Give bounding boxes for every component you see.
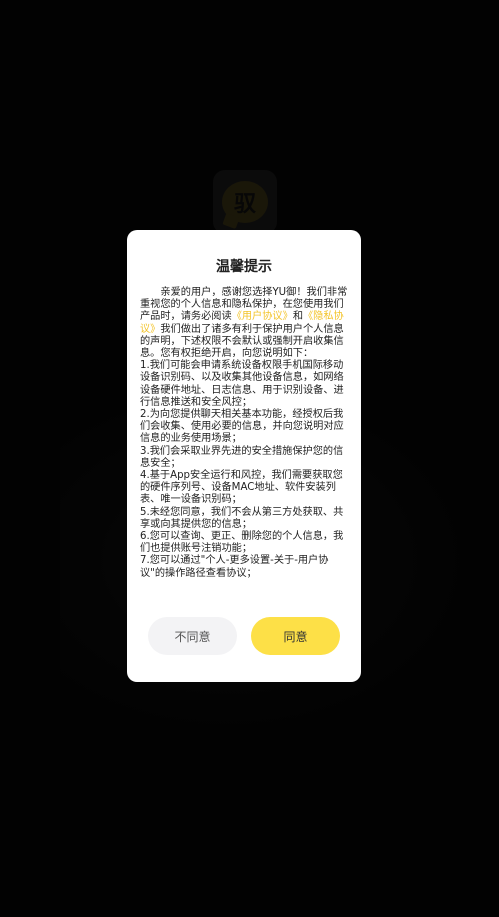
- intro-and-text: 和: [292, 311, 303, 323]
- dialog-intro: 亲爱的用户，感谢您选择YU御！我们非常重视您的个人信息和隐私保护，在您使用我们产…: [140, 287, 348, 360]
- privacy-dialog: 温馨提示 亲爱的用户，感谢您选择YU御！我们非常重视您的个人信息和隐私保护，在您…: [127, 230, 361, 682]
- list-item: 1.我们可能会申请系统设备权限手机国际移动设备识别码、以及收集其他设备信息，如网…: [140, 360, 344, 408]
- dialog-title: 温馨提示: [216, 259, 272, 275]
- list-item: 2.为向您提供聊天相关基本功能，经授权后我们会收集、使用必要的信息，并向您说明对…: [140, 409, 344, 445]
- disagree-button[interactable]: 不同意: [148, 617, 237, 655]
- intro-rest-text: 我们做出了诸多有利于保护用户个人信息的声明，下述权限不会默认或强制开启收集信息。…: [140, 323, 344, 360]
- list-item: 5.未经您同意，我们不会从第三方处获取、共享或向其提供您的信息；: [140, 506, 344, 530]
- user-agreement-link[interactable]: 《用户协议》: [232, 311, 293, 322]
- list-item: 4.基于App安全运行和风控，我们需要获取您的硬件序列号、设备MAC地址、软件安…: [140, 470, 343, 506]
- dialog-body: 亲爱的用户，感谢您选择YU御！我们非常重视您的个人信息和隐私保护，在您使用我们产…: [140, 287, 348, 580]
- agree-button[interactable]: 同意: [251, 617, 340, 655]
- list-item: 7.您可以通过"个人-更多设置-关于-用户协议"的操作路径查看协议；: [140, 555, 329, 579]
- list-item: 6.您可以查询、更正、删除您的个人信息，我们也提供账号注销功能；: [140, 531, 344, 555]
- list-item: 3.我们会采取业界先进的安全措施保护您的信息安全；: [140, 445, 344, 469]
